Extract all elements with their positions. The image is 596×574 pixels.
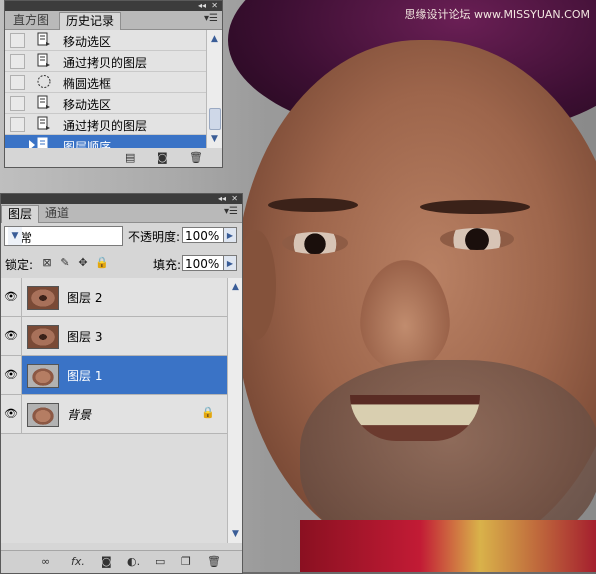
panel-menu-icon[interactable]: ▾☰ — [224, 206, 238, 217]
opacity-label: 不透明度: — [128, 230, 181, 244]
history-item-label: 通过拷贝的图层 — [63, 56, 148, 70]
right-eye — [440, 228, 514, 250]
layers-titlebar[interactable]: ◂◂ ✕ — [1, 194, 242, 204]
layer-list: 👁 图层 2 👁 图层 3 👁 图层 1 👁 背景 🔒 — [1, 278, 227, 543]
collapse-icon[interactable]: ◂◂ — [198, 1, 206, 11]
panel-menu-icon[interactable]: ▾☰ — [204, 13, 218, 24]
layer-row[interactable]: 👁 图层 2 — [1, 278, 227, 317]
lock-transparent-icon[interactable]: ⊠ — [41, 257, 53, 269]
history-item[interactable]: 椭圆选框 — [5, 72, 207, 93]
history-item-label: 移动选区 — [63, 35, 112, 49]
close-icon[interactable]: ✕ — [211, 1, 218, 11]
scroll-down-icon[interactable]: ▼ — [229, 527, 242, 541]
history-panel: ◂◂ ✕ 直方图 历史记录 ▾☰ 移动选区 通过拷贝的图层 椭圆选框 移动选区 — [4, 0, 223, 168]
new-group-icon[interactable]: ▭ — [155, 555, 165, 568]
layers-panel: ◂◂ ✕ 图层 通道 ▾☰ 正常 ▼ 不透明度: 100% ▶ 锁定: ⊠ ✎ … — [0, 193, 243, 574]
history-item[interactable]: 移动选区 — [5, 93, 207, 114]
layer-thumbnail — [27, 325, 59, 349]
scroll-up-icon[interactable]: ▲ — [208, 32, 221, 46]
history-item[interactable]: 通过拷贝的图层 — [5, 114, 207, 135]
scroll-thumb[interactable] — [209, 108, 221, 130]
layer-thumbnail — [27, 364, 59, 388]
layer-name: 图层 3 — [67, 330, 103, 344]
lock-label: 锁定: — [5, 258, 34, 272]
opacity-slider-button[interactable]: ▶ — [223, 227, 237, 243]
layer-row[interactable]: 👁 背景 🔒 — [1, 395, 227, 434]
history-tabs: 直方图 历史记录 ▾☰ — [5, 11, 222, 30]
adjustment-layer-icon[interactable]: ◐. — [127, 555, 140, 568]
close-icon[interactable]: ✕ — [231, 194, 238, 204]
history-titlebar[interactable]: ◂◂ ✕ — [5, 1, 222, 11]
fill-label: 填充: — [153, 258, 182, 272]
lock-all-icon[interactable]: 🔒 — [95, 257, 109, 269]
visibility-eye-icon[interactable]: 👁 — [1, 317, 22, 355]
layer-mask-icon[interactable]: ◙ — [101, 555, 112, 568]
layers-scrollbar[interactable]: ▲ ▼ — [227, 278, 242, 543]
layer-row[interactable]: 👁 图层 3 — [1, 317, 227, 356]
history-state-icon — [37, 116, 50, 130]
history-state-icon — [37, 53, 50, 67]
history-source-checkbox[interactable] — [10, 96, 25, 111]
history-state-slider-icon[interactable] — [29, 140, 35, 148]
left-eyebrow — [268, 198, 358, 212]
history-item-label: 通过拷贝的图层 — [63, 119, 148, 133]
scroll-down-icon[interactable]: ▼ — [208, 132, 221, 146]
collar — [300, 520, 596, 572]
layers-tabs: 图层 通道 ▾☰ — [1, 204, 242, 223]
history-source-checkbox[interactable] — [10, 75, 25, 90]
new-document-from-state-icon[interactable]: ▤ — [125, 151, 135, 164]
history-item[interactable]: 移动选区 — [5, 30, 207, 51]
history-state-icon — [37, 95, 50, 109]
scroll-up-icon[interactable]: ▲ — [229, 280, 242, 294]
lock-position-icon[interactable]: ✥ — [77, 257, 89, 269]
layer-lock-icon: 🔒 — [201, 406, 215, 419]
history-source-checkbox[interactable] — [10, 33, 25, 48]
history-state-icon — [37, 32, 50, 46]
history-item-label: 椭圆选框 — [63, 77, 112, 91]
history-item-label: 移动选区 — [63, 98, 112, 112]
tab-layers[interactable]: 图层 — [1, 205, 40, 223]
visibility-eye-icon[interactable]: 👁 — [1, 395, 22, 433]
history-list: 移动选区 通过拷贝的图层 椭圆选框 移动选区 通过拷贝的图层 图层顺序 — [5, 30, 207, 148]
tab-history[interactable]: 历史记录 — [59, 12, 122, 30]
history-item-label: 图层顺序 — [63, 140, 112, 148]
tab-histogram[interactable]: 直方图 — [7, 12, 55, 29]
lock-image-icon[interactable]: ✎ — [59, 257, 71, 269]
new-layer-icon[interactable]: ❐ — [181, 555, 191, 568]
layer-name: 图层 1 — [67, 369, 103, 383]
delete-icon[interactable]: 🗑 — [189, 151, 203, 164]
layers-footer: ∞ fx. ◙ ◐. ▭ ❐ 🗑 — [1, 550, 242, 573]
tab-channels[interactable]: 通道 — [39, 205, 75, 222]
layer-thumbnail — [27, 286, 59, 310]
nose — [360, 260, 450, 370]
fx-icon[interactable]: fx. — [71, 555, 85, 568]
lock-row: 锁定: ⊠ ✎ ✥ 🔒 填充: 100% ▶ — [1, 252, 242, 274]
visibility-eye-icon[interactable]: 👁 — [1, 278, 22, 316]
elliptical-marquee-icon — [37, 75, 51, 88]
history-source-checkbox[interactable] — [10, 117, 25, 132]
left-eye — [282, 232, 348, 254]
right-eyebrow — [420, 200, 530, 214]
chevron-down-icon[interactable]: ▼ — [8, 227, 22, 245]
delete-layer-icon[interactable]: 🗑 — [207, 555, 221, 568]
blend-row: 正常 ▼ 不透明度: 100% ▶ — [1, 224, 242, 246]
history-source-checkbox[interactable] — [10, 54, 25, 69]
layer-name: 图层 2 — [67, 291, 103, 305]
layer-row-selected[interactable]: 👁 图层 1 — [1, 356, 227, 395]
blend-mode-select[interactable]: 正常 ▼ — [4, 226, 123, 246]
history-scrollbar[interactable]: ▲ ▼ — [206, 30, 222, 148]
layer-name: 背景 — [67, 408, 92, 422]
layer-thumbnail — [27, 403, 59, 427]
history-item-selected[interactable]: 图层顺序 — [5, 135, 207, 148]
history-state-icon — [37, 137, 48, 148]
collapse-icon[interactable]: ◂◂ — [218, 194, 226, 204]
fill-slider-button[interactable]: ▶ — [223, 255, 237, 271]
new-snapshot-icon[interactable]: ◙ — [157, 151, 168, 164]
link-layers-icon[interactable]: ∞ — [41, 555, 50, 568]
watermark: 思缘设计论坛 www.MISSYUAN.COM — [404, 8, 590, 21]
history-source-checkbox[interactable] — [10, 138, 25, 148]
visibility-eye-icon[interactable]: 👁 — [1, 356, 22, 394]
history-item[interactable]: 通过拷贝的图层 — [5, 51, 207, 72]
